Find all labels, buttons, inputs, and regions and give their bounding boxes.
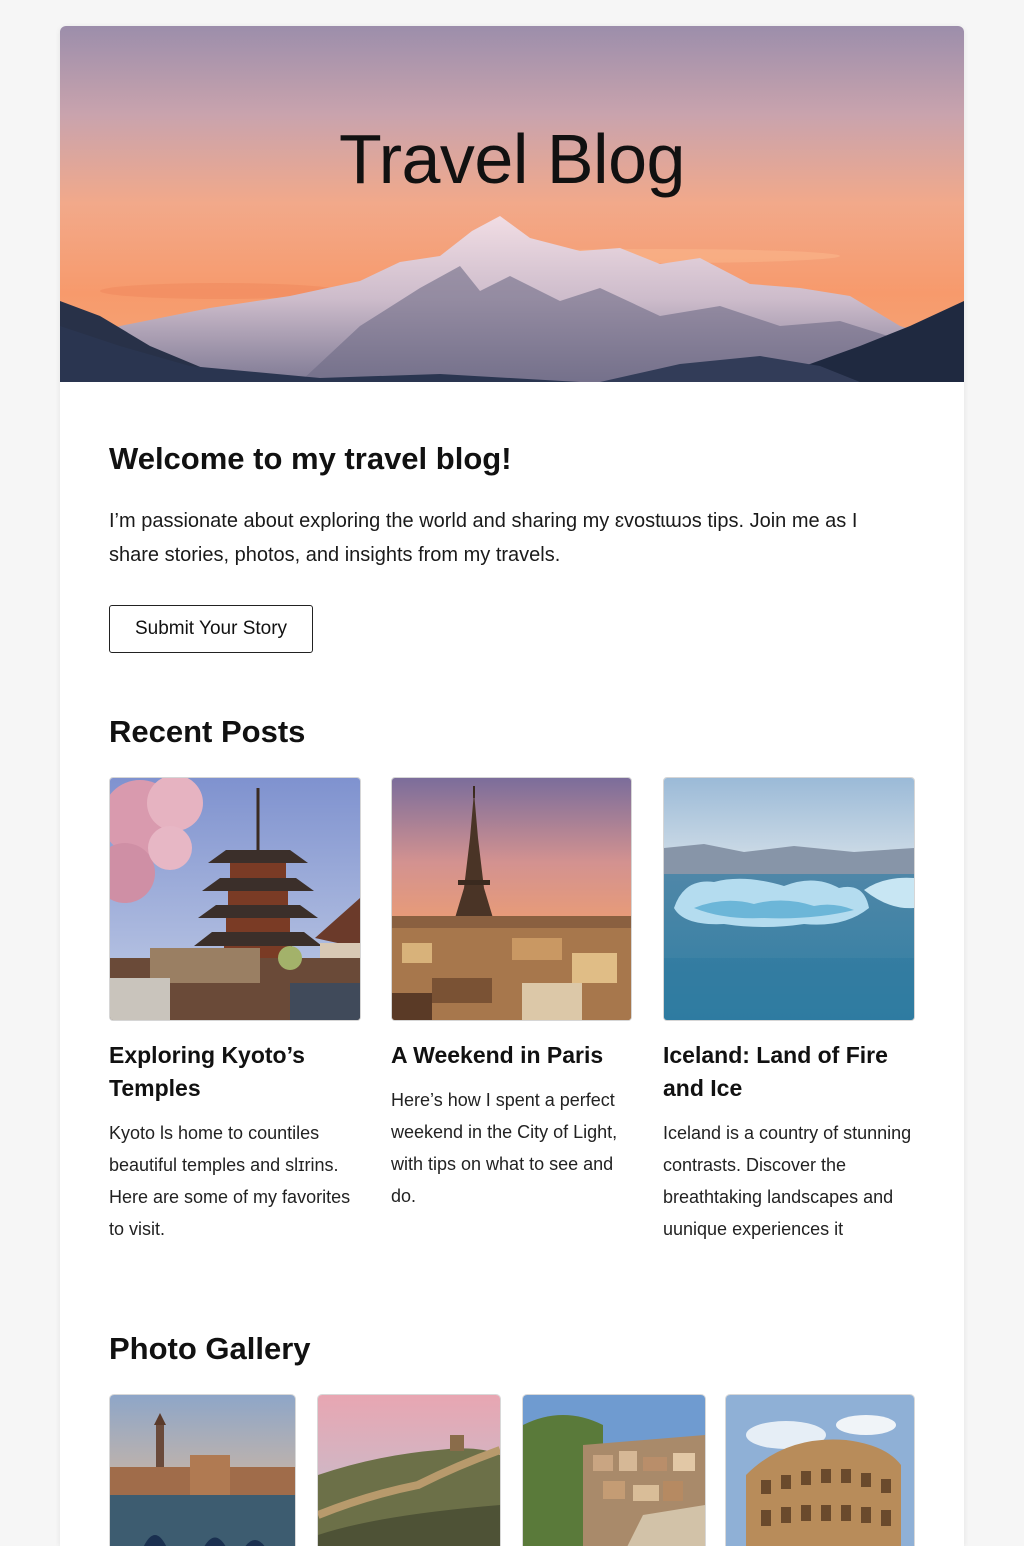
colosseum-photo (726, 1395, 914, 1546)
intro-paragraph: I’m passionate about exploring the world… (109, 510, 858, 566)
recent-posts-heading: Recent Posts (109, 714, 306, 749)
eiffel-tower-photo (392, 778, 631, 1020)
gallery-photo-venice[interactable] (109, 1394, 296, 1546)
gallery-photo-colosseum[interactable] (725, 1394, 915, 1546)
post-thumbnail[interactable] (663, 777, 915, 1021)
gallery-photo-great-wall[interactable] (317, 1394, 501, 1546)
post-title[interactable]: A Weekend in Paris (391, 1039, 632, 1072)
great-wall-photo (318, 1395, 500, 1546)
post-excerpt: Here’s how I spent a perfect weekend in … (391, 1090, 618, 1206)
cliff-town-photo (523, 1395, 705, 1546)
site-title: Travel Blog (339, 120, 685, 198)
post-title[interactable]: Exploring Kyoto’s Temples (109, 1039, 361, 1105)
blog-page: Travel Blog Welcome to my travel blog! I… (60, 26, 964, 1546)
post-card-paris[interactable]: A Weekend in Paris Here’s how I spent a … (391, 777, 632, 1212)
post-card-kyoto[interactable]: Exploring Kyoto’s Temples Kyoto ls home … (109, 777, 361, 1245)
mountain-sunset-photo (60, 26, 964, 382)
kyoto-pagoda-photo (110, 778, 360, 1020)
submit-story-button[interactable]: Submit Your Story (109, 605, 313, 653)
post-title[interactable]: Iceland: Land of Fire and Ice (663, 1039, 915, 1105)
welcome-heading: Welcome to my travel blog! (109, 441, 512, 476)
hero-banner: Travel Blog (60, 26, 964, 382)
post-thumbnail[interactable] (109, 777, 361, 1021)
venice-photo (110, 1395, 295, 1546)
post-excerpt: Kyoto ls home to countiles beautiful tem… (109, 1123, 351, 1239)
photo-gallery-heading: Photo Gallery (109, 1331, 311, 1366)
iceland-glacier-photo (664, 778, 914, 1020)
post-thumbnail[interactable] (391, 777, 632, 1021)
post-card-iceland[interactable]: Iceland: Land of Fire and Ice Iceland is… (663, 777, 915, 1245)
gallery-photo-cliff-town[interactable] (522, 1394, 706, 1546)
post-excerpt: Iceland is a country of stunning contras… (663, 1123, 912, 1239)
